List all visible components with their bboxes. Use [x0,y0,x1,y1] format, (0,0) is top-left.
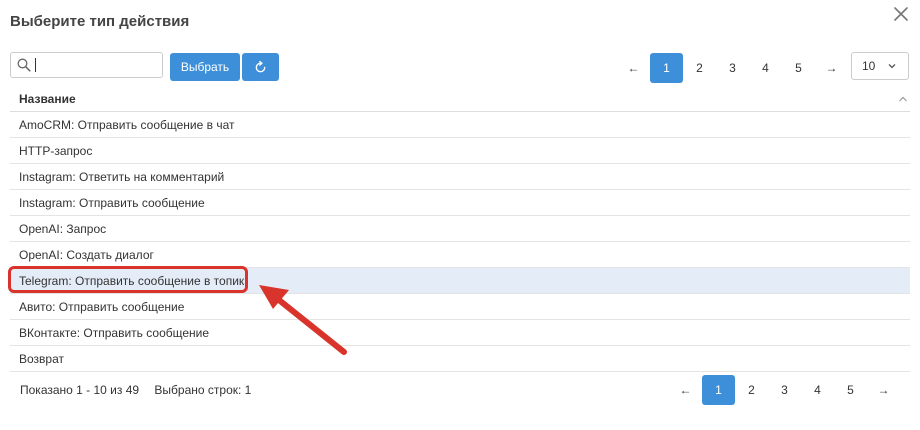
pagination-page[interactable]: 3 [716,53,749,83]
pagination-page[interactable]: 5 [834,375,867,405]
row-label: Instagram: Отправить сообщение [19,195,205,210]
pagination-page[interactable]: 3 [768,375,801,405]
rows-selected-info: Выбрано строк: 1 [154,383,252,397]
refresh-icon [255,60,266,72]
row-label: AmoCRM: Отправить сообщение в чат [19,117,235,132]
table-row[interactable]: Instagram: Отправить сообщение [10,190,910,216]
row-label: HTTP-запрос [19,143,93,158]
row-label: OpenAI: Создать диалог [19,247,154,262]
pagination-prev[interactable]: ← [617,53,650,83]
chevron-up-icon[interactable] [898,95,908,103]
search-icon [17,58,31,72]
row-label: Возврат [19,351,64,366]
table-row[interactable]: ВКонтакте: Отправить сообщение [10,320,910,346]
pagination-next[interactable]: → [815,53,848,83]
column-header-name[interactable]: Название [10,86,910,112]
search-box[interactable] [10,52,163,78]
pagination-page[interactable]: 2 [735,375,768,405]
table-row[interactable]: OpenAI: Создать диалог [10,242,910,268]
pagination-bottom: ← 1 2 3 4 5 → [669,375,900,405]
pagination-top: ← 1 2 3 4 5 → [617,53,848,83]
pagination-page[interactable]: 4 [749,53,782,83]
table-row-selected[interactable]: Telegram: Отправить сообщение в топик [10,268,910,294]
pagination-page[interactable]: 4 [801,375,834,405]
pagination-page[interactable]: 1 [650,53,683,83]
row-label: Instagram: Ответить на комментарий [19,169,225,184]
page-size-select[interactable]: 10 [851,52,909,80]
row-label: ВКонтакте: Отправить сообщение [19,325,210,340]
pagination-page[interactable]: 1 [702,375,735,405]
row-label: Авито: Отправить сообщение [19,299,185,314]
pagination-page[interactable]: 5 [782,53,815,83]
table-row[interactable]: OpenAI: Запрос [10,216,910,242]
dialog-title: Выберите тип действия [10,13,190,30]
table-row[interactable]: Авито: Отправить сообщение [10,294,910,320]
table-row[interactable]: Instagram: Ответить на комментарий [10,164,910,190]
row-label: OpenAI: Запрос [19,221,107,236]
table-row[interactable]: Возврат [10,346,910,372]
refresh-button[interactable] [242,53,279,81]
row-label: Telegram: Отправить сообщение в топик [19,273,245,288]
table-row[interactable]: HTTP-запрос [10,138,910,164]
column-header-label: Название [19,91,76,106]
select-button[interactable]: Выбрать [170,53,240,81]
page-size-value: 10 [862,59,876,73]
rows-shown-info: Показано 1 - 10 из 49 [20,383,140,397]
table-footer-info: Показано 1 - 10 из 49 Выбрано строк: 1 [20,383,251,397]
search-input[interactable] [36,58,156,72]
actions-table: Название AmoCRM: Отправить сообщение в ч… [10,86,910,372]
chevron-down-icon [888,64,896,69]
table-row[interactable]: AmoCRM: Отправить сообщение в чат [10,112,910,138]
close-icon[interactable] [892,5,910,23]
pagination-next[interactable]: → [867,375,900,405]
pagination-page[interactable]: 2 [683,53,716,83]
pagination-prev[interactable]: ← [669,375,702,405]
